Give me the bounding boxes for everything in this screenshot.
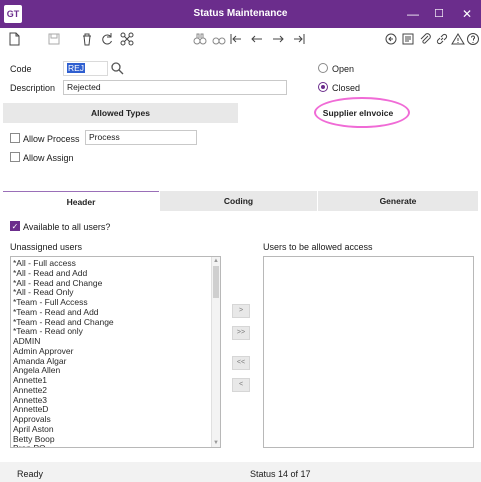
open-radio[interactable]: [318, 63, 328, 73]
scroll-thumb[interactable]: [213, 266, 219, 298]
new-document-icon[interactable]: [6, 31, 22, 47]
list-item[interactable]: Bron PO: [11, 443, 211, 447]
available-to-all-label: Available to all users?: [23, 222, 111, 232]
code-field[interactable]: REJ: [63, 61, 108, 76]
network-icon[interactable]: [119, 31, 135, 47]
minimize-button[interactable]: —: [402, 0, 424, 28]
allow-process-label: Allow Process: [23, 134, 80, 144]
search-icon[interactable]: [110, 61, 124, 75]
tab-generate[interactable]: Generate: [318, 191, 478, 211]
description-label: Description: [10, 83, 56, 93]
move-all-right-button[interactable]: >>: [232, 326, 250, 340]
allow-assign-label: Allow Assign: [23, 153, 74, 163]
available-to-all-checkbox[interactable]: ✓: [10, 221, 20, 231]
move-all-left-button[interactable]: <<: [232, 356, 250, 370]
allowed-users-label: Users to be allowed access: [263, 242, 373, 252]
closed-radio-label: Closed: [332, 83, 361, 93]
process-field[interactable]: Process: [85, 130, 197, 145]
list-item[interactable]: *Team - Read only: [11, 326, 211, 337]
highlight-annotation: [314, 97, 410, 128]
attachment-icon[interactable]: [417, 31, 433, 47]
allow-assign-checkbox[interactable]: [10, 152, 20, 162]
unassigned-users-list[interactable]: *All - Full access *All - Read and Add *Al…: [10, 256, 221, 448]
find-icon[interactable]: [211, 31, 227, 47]
first-record-icon[interactable]: [228, 31, 244, 47]
move-right-button[interactable]: >: [232, 304, 250, 318]
scroll-down-icon[interactable]: ▼: [212, 439, 220, 447]
open-radio-label: Open: [332, 64, 355, 74]
move-left-button[interactable]: <: [232, 378, 250, 392]
record-position: Status 14 of 17: [250, 469, 311, 479]
allow-process-checkbox[interactable]: [10, 133, 20, 143]
history-icon[interactable]: [383, 31, 399, 47]
previous-icon[interactable]: [249, 31, 265, 47]
notes-icon[interactable]: [400, 31, 416, 47]
binoculars-icon[interactable]: [192, 31, 208, 47]
tab-allowed-types[interactable]: Allowed Types: [3, 103, 238, 123]
status-text: Ready: [17, 469, 44, 479]
unassigned-users-label: Unassigned users: [10, 242, 83, 252]
description-field[interactable]: Rejected: [63, 80, 287, 95]
scroll-up-icon[interactable]: ▲: [212, 257, 220, 265]
link-icon[interactable]: [434, 31, 450, 47]
status-bar: [0, 462, 481, 482]
help-icon[interactable]: [465, 31, 481, 47]
next-icon[interactable]: [270, 31, 286, 47]
list-scrollbar[interactable]: ▲ ▼: [211, 257, 220, 447]
last-record-icon[interactable]: [291, 31, 307, 47]
save-icon[interactable]: [46, 31, 62, 47]
alert-icon[interactable]: [450, 31, 466, 47]
code-value: REJ: [67, 63, 86, 73]
maximize-button[interactable]: ☐: [428, 0, 450, 28]
close-button[interactable]: ✕: [456, 0, 478, 28]
allowed-users-list[interactable]: [263, 256, 474, 448]
closed-radio[interactable]: [318, 82, 328, 92]
tab-coding[interactable]: Coding: [160, 191, 317, 211]
tab-header[interactable]: Header: [3, 191, 159, 211]
refresh-icon[interactable]: [99, 31, 115, 47]
code-label: Code: [10, 64, 32, 74]
delete-icon[interactable]: [79, 31, 95, 47]
